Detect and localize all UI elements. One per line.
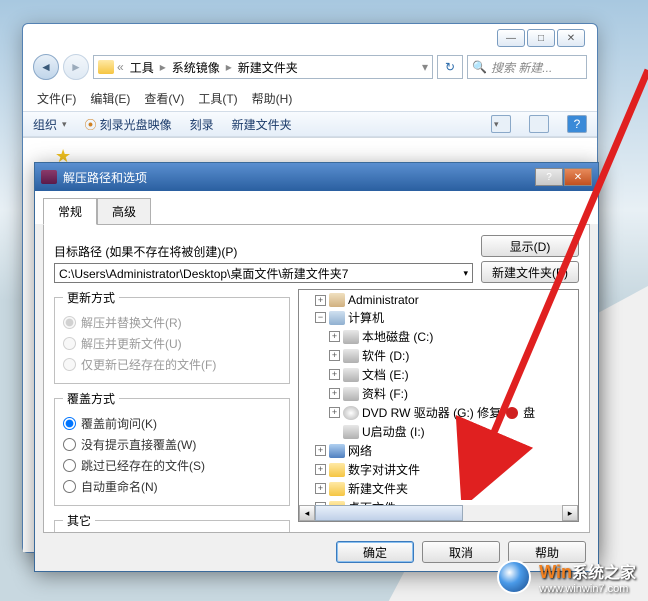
radio-auto-rename[interactable]: 自动重命名(N): [63, 476, 281, 497]
windows-orb-icon: [497, 560, 531, 594]
ok-button[interactable]: 确定: [336, 541, 414, 563]
user-icon: [329, 293, 345, 307]
winrar-icon: [41, 170, 57, 184]
tab-advanced[interactable]: 高级: [97, 198, 151, 225]
show-button[interactable]: 显示(D): [481, 235, 579, 257]
menu-edit[interactable]: 编辑(E): [90, 90, 130, 107]
menu-tools[interactable]: 工具(T): [198, 90, 237, 107]
radio-extract-update[interactable]: 解压并更新文件(U): [63, 333, 281, 354]
drive-icon: [343, 387, 359, 401]
radio-overwrite-noprompt[interactable]: 没有提示直接覆盖(W): [63, 434, 281, 455]
view-mode-icon[interactable]: [491, 115, 511, 133]
search-input[interactable]: 🔍 搜索 新建...: [467, 55, 587, 79]
scroll-right-icon[interactable]: ▸: [562, 505, 578, 521]
nav-back-button[interactable]: ◄: [33, 54, 59, 80]
horizontal-scrollbar[interactable]: ◂ ▸: [299, 505, 578, 521]
dialog-titlebar[interactable]: 解压路径和选项 ? ✕: [35, 163, 598, 191]
tab-general[interactable]: 常规: [43, 198, 97, 225]
collapse-toggle[interactable]: −: [315, 312, 326, 323]
scroll-thumb[interactable]: [315, 505, 463, 521]
menu-file[interactable]: 文件(F): [37, 90, 76, 107]
toolbar-burn[interactable]: 刻录: [190, 116, 214, 133]
radio-skip-existing[interactable]: 跳过已经存在的文件(S): [63, 455, 281, 476]
extract-dialog: 解压路径和选项 ? ✕ 常规 高级 目标路径 (如果不存在将被创建)(P) C:…: [34, 162, 599, 572]
radio-ask-before[interactable]: 覆盖前询问(K): [63, 413, 281, 434]
breadcrumb[interactable]: 系统镜像: [169, 59, 223, 76]
maximize-button[interactable]: □: [527, 29, 555, 47]
toolbar-burn-image[interactable]: ⦿刻录光盘映像: [85, 116, 172, 133]
dvd-icon: [343, 406, 359, 420]
toolbar-new-folder[interactable]: 新建文件夹: [232, 116, 292, 133]
computer-icon: [329, 311, 345, 325]
refresh-button[interactable]: ↻: [437, 55, 463, 79]
radio-update-existing[interactable]: 仅更新已经存在的文件(F): [63, 354, 281, 375]
nav-forward-button[interactable]: ►: [63, 54, 89, 80]
dialog-title: 解压路径和选项: [63, 169, 147, 186]
help-icon[interactable]: ?: [567, 115, 587, 133]
address-bar[interactable]: « 工具 ▸ 系统镜像 ▸ 新建文件夹 ▾: [93, 55, 433, 79]
overwrite-mode-group: 覆盖方式 覆盖前询问(K) 没有提示直接覆盖(W) 跳过已经存在的文件(S) 自…: [54, 390, 290, 506]
toolbar-organize[interactable]: 组织: [33, 116, 67, 133]
expand-toggle[interactable]: +: [315, 295, 326, 306]
watermark: Win系统之家 www.winwin7.com: [497, 559, 636, 595]
folder-tree[interactable]: +Administrator −计算机 +本地磁盘 (C:) +软件 (D:) …: [298, 289, 579, 522]
breadcrumb[interactable]: 新建文件夹: [235, 59, 301, 76]
usb-icon: [343, 425, 359, 439]
menu-help[interactable]: 帮助(H): [252, 90, 293, 107]
network-icon: [329, 444, 345, 458]
search-icon: 🔍: [472, 60, 487, 74]
drive-icon: [343, 330, 359, 344]
path-label: 目标路径 (如果不存在将被创建)(P): [54, 243, 473, 260]
drive-icon: [343, 349, 359, 363]
dialog-close-button[interactable]: ✕: [564, 168, 592, 186]
misc-group: 其它 解压压缩文件到子文件夹(L) 保留损坏的文件(B) 在资源管理器中显示文件…: [54, 512, 290, 533]
alert-icon: [506, 407, 518, 419]
close-button[interactable]: ✕: [557, 29, 585, 47]
breadcrumb[interactable]: 工具: [127, 59, 157, 76]
folder-icon: [329, 463, 345, 477]
new-folder-button[interactable]: 新建文件夹(E): [481, 261, 579, 283]
menu-bar: 文件(F) 编辑(E) 查看(V) 工具(T) 帮助(H): [23, 86, 597, 111]
radio-extract-replace[interactable]: 解压并替换文件(R): [63, 312, 281, 333]
drive-icon: [343, 368, 359, 382]
menu-view[interactable]: 查看(V): [144, 90, 184, 107]
scroll-left-icon[interactable]: ◂: [299, 505, 315, 521]
preview-pane-icon[interactable]: [529, 115, 549, 133]
destination-path-input[interactable]: C:\Users\Administrator\Desktop\桌面文件\新建文件…: [54, 263, 473, 283]
minimize-button[interactable]: —: [497, 29, 525, 47]
folder-icon: [98, 60, 114, 74]
dialog-help-button[interactable]: ?: [535, 168, 563, 186]
update-mode-group: 更新方式 解压并替换文件(R) 解压并更新文件(U) 仅更新已经存在的文件(F): [54, 289, 290, 384]
cancel-button[interactable]: 取消: [422, 541, 500, 563]
folder-icon: [329, 482, 345, 496]
